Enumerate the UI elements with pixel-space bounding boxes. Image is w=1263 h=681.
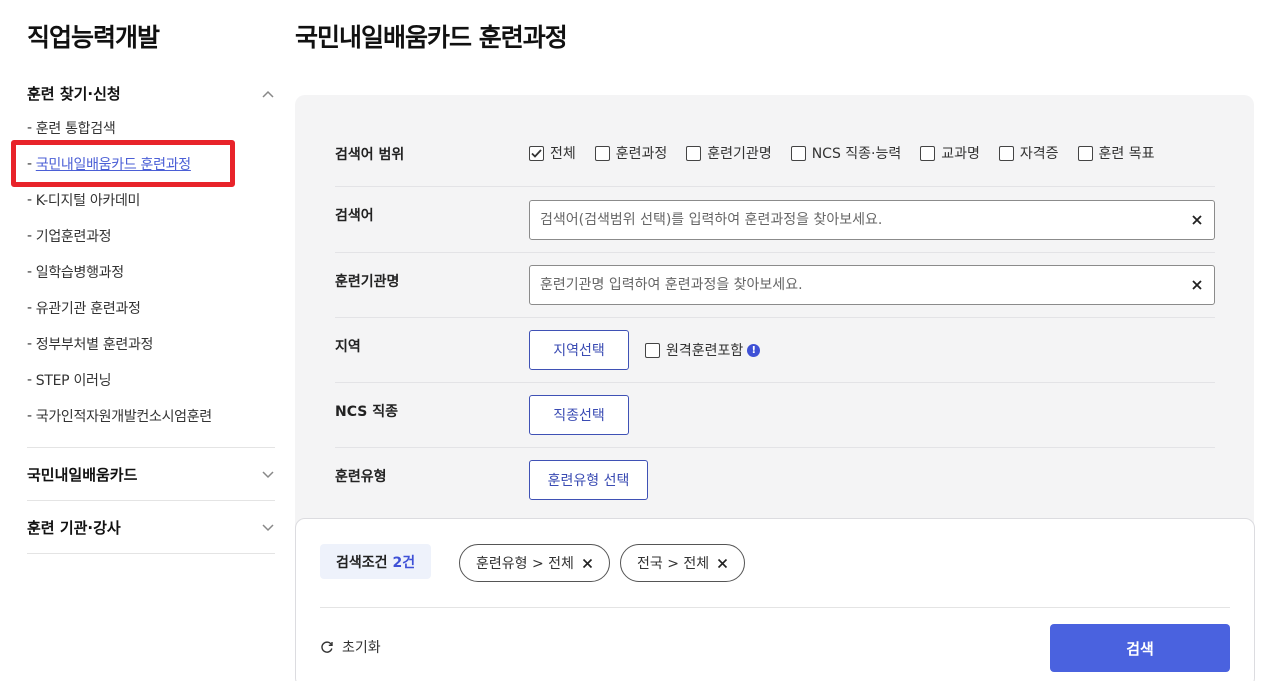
sidebar-group-label: 훈련 찾기·신청 [27, 85, 121, 103]
conditions-count: 2건 [392, 554, 416, 571]
checkbox-label: NCS 직종·능력 [811, 146, 902, 162]
checkbox-label: 훈련과정 [615, 146, 668, 162]
sidebar-divider [27, 447, 275, 448]
scope-checkbox-certificate[interactable]: 자격증 [998, 143, 1059, 163]
sidebar-item-label: 기업훈련과정 [35, 229, 112, 245]
checkbox-label: 교과명 [941, 146, 980, 162]
checkbox-icon [645, 342, 660, 358]
info-icon[interactable]: ! [747, 343, 761, 357]
scope-label: 검색어 범위 [335, 147, 405, 163]
type-label: 훈련유형 [335, 469, 387, 485]
checkbox-label: 전체 [550, 146, 576, 162]
chip-label: 훈련유형 > 전체 [476, 556, 574, 572]
scope-checkbox-goal[interactable]: 훈련 목표 [1077, 143, 1155, 163]
clear-icon[interactable] [1190, 278, 1204, 292]
sidebar-item-card-courses[interactable]: - 국민내일배움카드 훈련과정 [27, 146, 277, 182]
keyword-field [529, 200, 1215, 240]
search-conditions-card: 검색조건 2건 훈련유형 > 전체 전국 > 전체 초기화 검색 [295, 518, 1255, 681]
checkbox-label: 원격훈련포함 [666, 343, 744, 359]
sidebar-item-label: 국민내일배움카드 훈련과정 [35, 157, 191, 173]
scope-checkbox-subject[interactable]: 교과명 [920, 143, 980, 163]
reset-button[interactable]: 초기화 [320, 637, 381, 657]
institution-field [529, 265, 1215, 305]
sidebar-group-institution[interactable]: 훈련 기관·강사 [27, 517, 275, 538]
sidebar-item-work-study[interactable]: - 일학습병행과정 [27, 254, 277, 290]
sidebar-group-training-search[interactable]: 훈련 찾기·신청 [27, 83, 275, 104]
scope-checkbox-course[interactable]: 훈련과정 [594, 143, 668, 163]
region-row: 지역 지역선택 원격훈련포함 ! [335, 318, 1215, 383]
keyword-row: 검색어 [335, 187, 1215, 253]
sidebar-divider [27, 553, 275, 554]
page-title: 국민내일배움카드 훈련과정 [295, 23, 568, 52]
clear-icon[interactable] [1190, 213, 1204, 227]
checkbox-icon [1077, 145, 1093, 161]
sidebar-item-label: 정부부처별 훈련과정 [35, 337, 154, 353]
checkbox-icon [594, 145, 610, 161]
sidebar-item-related-agency[interactable]: - 유관기관 훈련과정 [27, 290, 277, 326]
condition-chip-region[interactable]: 전국 > 전체 [620, 544, 746, 582]
sidebar-item-label: 훈련 통합검색 [35, 121, 116, 137]
remove-icon[interactable] [717, 558, 728, 569]
sidebar-item-government-ministry[interactable]: - 정부부처별 훈련과정 [27, 326, 277, 362]
sidebar-item-label: 일학습병행과정 [35, 265, 124, 281]
sidebar-title: 직업능력개발 [27, 23, 160, 52]
remote-include-checkbox[interactable]: 원격훈련포함 ! [645, 340, 761, 360]
refresh-icon [321, 641, 333, 653]
checkbox-label: 훈련 목표 [1098, 146, 1155, 162]
scope-checkbox-ncs[interactable]: NCS 직종·능력 [790, 143, 902, 163]
institution-row: 훈련기관명 [335, 253, 1215, 318]
chevron-down-icon [261, 521, 275, 535]
scope-checkbox-institution[interactable]: 훈련기관명 [686, 143, 772, 163]
sidebar-item-step-elearning[interactable]: - STEP 이러닝 [27, 362, 277, 398]
search-button[interactable]: 검색 [1050, 624, 1230, 672]
chevron-up-icon [261, 87, 275, 101]
region-select-button[interactable]: 지역선택 [529, 330, 629, 370]
conditions-title: 검색조건 [336, 554, 388, 571]
institution-label: 훈련기관명 [335, 274, 400, 290]
checkbox-label: 자격증 [1019, 146, 1059, 162]
sidebar-item-label: 유관기관 훈련과정 [35, 301, 141, 317]
keyword-label: 검색어 [335, 208, 374, 224]
sidebar-group-label: 국민내일배움카드 [27, 466, 138, 484]
checkbox-icon [998, 145, 1014, 161]
checkbox-label: 훈련기관명 [707, 146, 772, 162]
checkbox-icon [920, 145, 936, 161]
sidebar-group-label: 훈련 기관·강사 [27, 519, 121, 537]
sidebar-divider [27, 500, 275, 501]
scope-checkboxes: 전체 훈련과정 훈련기관명 NCS 직종·능력 교과명 자격증 훈련 목표 [529, 120, 1174, 186]
chevron-down-icon [261, 468, 275, 482]
sidebar-item-label: K-디지털 아카데미 [35, 193, 141, 209]
sidebar-item-consortium[interactable]: - 국가인적자원개발컨소시엄훈련 [27, 398, 277, 434]
sidebar-sub-list: - 훈련 통합검색 - 국민내일배움카드 훈련과정 - K-디지털 아카데미 - 기업훈… [27, 110, 277, 434]
conditions-label: 검색조건 2건 [320, 544, 432, 579]
checkbox-icon [686, 145, 702, 161]
sidebar-group-card[interactable]: 국민내일배움카드 [27, 464, 275, 485]
chip-label: 전국 > 전체 [637, 556, 710, 572]
sidebar-item-company-training[interactable]: - 기업훈련과정 [27, 218, 277, 254]
ncs-label: NCS 직종 [335, 404, 398, 420]
remove-icon[interactable] [582, 558, 593, 569]
sidebar-item-integrated-search[interactable]: - 훈련 통합검색 [27, 110, 277, 146]
ncs-row: NCS 직종 직종선택 [335, 383, 1215, 448]
ncs-select-button[interactable]: 직종선택 [529, 395, 629, 435]
card-divider [320, 607, 1230, 608]
keyword-input[interactable] [540, 212, 1190, 228]
scope-row: 검색어 범위 전체 훈련과정 훈련기관명 NCS 직종·능력 교과명 자격증 훈… [335, 120, 1215, 187]
sidebar-item-label: STEP 이러닝 [35, 373, 112, 389]
sidebar-item-k-digital[interactable]: - K-디지털 아카데미 [27, 182, 277, 218]
region-label: 지역 [335, 339, 361, 355]
reset-label: 초기화 [342, 640, 381, 656]
scope-checkbox-all[interactable]: 전체 [529, 143, 576, 163]
checkbox-checked-icon [529, 145, 544, 161]
type-row: 훈련유형 훈련유형 선택 [335, 448, 1215, 516]
condition-chip-type[interactable]: 훈련유형 > 전체 [459, 544, 610, 582]
type-select-button[interactable]: 훈련유형 선택 [529, 460, 648, 500]
institution-input[interactable] [540, 277, 1190, 293]
checkbox-icon [790, 145, 806, 161]
sidebar: 직업능력개발 훈련 찾기·신청 - 훈련 통합검색 - 국민내일배움카드 훈련과정 … [0, 0, 290, 681]
sidebar-item-label: 국가인적자원개발컨소시엄훈련 [35, 409, 212, 425]
